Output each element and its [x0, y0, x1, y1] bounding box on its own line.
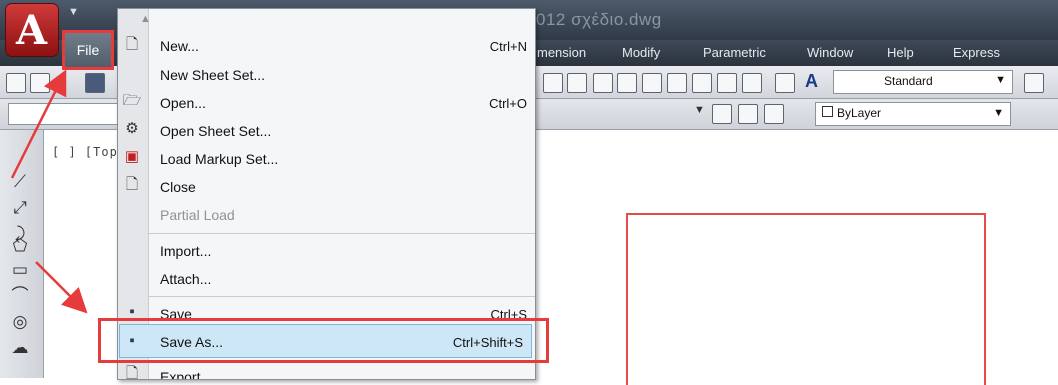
- arrow-to-save-as: [35, 261, 88, 314]
- arrow-to-file-button: [10, 69, 67, 179]
- drawn-rectangle: [626, 213, 986, 385]
